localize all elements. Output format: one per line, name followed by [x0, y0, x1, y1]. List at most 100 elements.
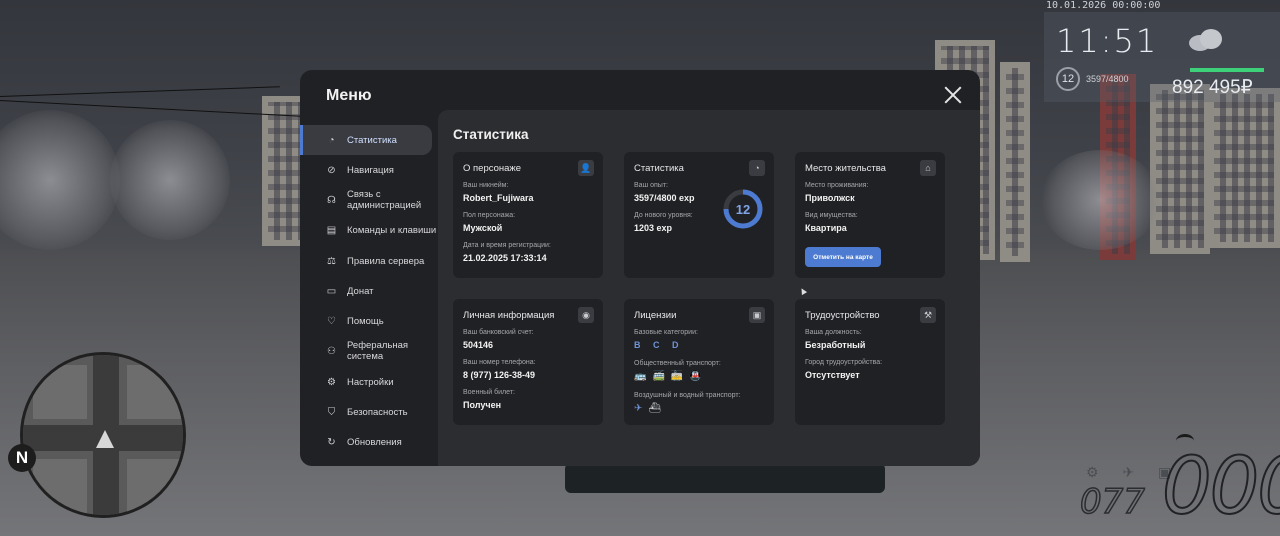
field-label: Общественный транспорт:: [634, 360, 721, 367]
hud-exp: 3597/4800: [1086, 74, 1129, 84]
mark-on-map-button[interactable]: Отметить на карте: [805, 247, 881, 267]
sidebar-item-label: Настройки: [347, 376, 394, 388]
hud-level-badge: 12: [1056, 67, 1080, 91]
sidebar-item[interactable]: ⚖ Правила сервера: [300, 246, 424, 276]
card-personal-info: Личная информация ◉ Ваш банковский счет:…: [453, 299, 603, 425]
sidebar-item-label: Навигация: [347, 164, 394, 176]
sidebar-item-label: Реферальная система: [347, 340, 409, 362]
hud-datetime: 10.01.2026 00:00:00: [1046, 0, 1161, 11]
card-licenses: Лицензии ▣ Базовые категории: B C D Обще…: [624, 299, 774, 425]
sidebar-item-label: Связь с администрацией: [347, 189, 422, 211]
bank-account-value: 504146: [463, 340, 494, 350]
field-label: Воздушный и водный транспорт:: [634, 392, 741, 399]
user-circle-icon[interactable]: ◉: [578, 307, 594, 323]
sidebar-item[interactable]: ▭ Донат: [300, 276, 374, 306]
hud-health-bar: [1190, 68, 1264, 72]
weather-cloud-icon: [1189, 29, 1222, 51]
sidebar-item-label: Обновления: [347, 436, 402, 448]
pickaxe-icon[interactable]: ⚒: [920, 307, 936, 323]
field-label: Дата и время регистрации:: [463, 242, 551, 249]
license-categories: B C D: [634, 340, 684, 350]
sidebar-item[interactable]: ⛉ Безопасность: [300, 397, 408, 427]
air-water-icons: ✈⛴: [634, 403, 667, 414]
gear-icon: ⚙: [327, 376, 336, 388]
field-label: Вид имущества:: [805, 212, 858, 219]
card-title: Место жительства: [805, 163, 886, 174]
sidebar-item-label: Безопасность: [347, 406, 408, 418]
compass-icon: ⊘: [327, 164, 336, 176]
sidebar-item-label: Команды и клавиши: [347, 224, 437, 236]
chart-icon[interactable]: ◔: [749, 160, 765, 176]
residence-value: Приволжск: [805, 193, 855, 203]
scales-icon: ⚖: [327, 255, 336, 267]
menu-title: Меню: [326, 87, 372, 104]
card-character: О персонаже 👤 Ваш никнейм: Robert_Fujiwa…: [453, 152, 603, 278]
field-label: Ваш опыт:: [634, 182, 668, 189]
network-icon: ⚇: [327, 345, 336, 357]
field-label: Ваш номер телефона:: [463, 359, 536, 366]
boat-icon: ⛴: [648, 403, 668, 414]
exp-value: 3597/4800 exp: [634, 193, 695, 203]
card-title: Личная информация: [463, 310, 555, 321]
field-label: Ваш банковский счет:: [463, 329, 534, 336]
sidebar-item[interactable]: ♡ Помощь: [300, 306, 384, 336]
card-title: Статистика: [634, 163, 684, 174]
field-label: Место проживания:: [805, 182, 869, 189]
field-label: До нового уровня:: [634, 212, 693, 219]
fuel-gauge: 077: [1079, 481, 1145, 523]
id-card-icon[interactable]: ▣: [749, 307, 765, 323]
job-city-value: Отсутствует: [805, 370, 860, 380]
sidebar-item[interactable]: ▤ Команды и клавиши: [300, 215, 436, 245]
trolleybus-icon: 🚎: [652, 371, 671, 382]
heart-hand-icon: ♡: [327, 315, 336, 327]
tram-icon: 🚋: [670, 371, 690, 382]
gender-value: Мужской: [463, 223, 503, 233]
next-level-value: 1203 exp: [634, 223, 673, 233]
field-label: Ваша должность:: [805, 329, 862, 336]
home-icon[interactable]: ⌂: [920, 160, 936, 176]
card-title: Трудоустройство: [805, 310, 880, 321]
metro-icon: 🚇: [689, 371, 708, 382]
card-statistics: Статистика ◔ Ваш опыт: 3597/4800 exp До …: [624, 152, 774, 278]
keyboard-icon: ▤: [326, 224, 337, 236]
wallet-icon: ▭: [326, 285, 337, 297]
card-title: О персонаже: [463, 163, 522, 174]
menu-window: Меню ◔ Статистика ⊘ Навигация ☊ Связь с админ…: [300, 70, 980, 466]
field-label: Военный билет:: [463, 389, 515, 396]
nickname-value: Robert_Fujiwara: [463, 193, 534, 203]
field-label: Базовые категории:: [634, 329, 698, 336]
speedometer: 000: [1161, 441, 1280, 533]
bus-icon: 🚌: [634, 371, 653, 382]
card-title: Лицензии: [634, 310, 677, 321]
sidebar-item[interactable]: ⚙ Настройки: [300, 367, 394, 397]
public-transport-icons: 🚌🚎🚋🚇: [634, 371, 708, 382]
sidebar-item[interactable]: ↻ Обновления: [300, 427, 402, 457]
field-label: Пол персонажа:: [463, 212, 516, 219]
content-panel: Статистика О персонаже 👤 Ваш никнейм: Ro…: [438, 110, 980, 466]
military-id-value: Получен: [463, 400, 502, 410]
sidebar-item-label: Помощь: [347, 315, 384, 327]
sidebar-item[interactable]: ◔ Статистика: [300, 125, 432, 155]
card-employment: Трудоустройство ⚒ Ваша должность: Безраб…: [795, 299, 945, 425]
property-type-value: Квартира: [805, 223, 847, 233]
sidebar-item[interactable]: ⊘ Навигация: [300, 155, 394, 185]
sidebar-item[interactable]: ☊ Связь с администрацией: [300, 185, 438, 215]
shield-icon: ⛉: [327, 406, 336, 418]
sidebar-item-label: Правила сервера: [347, 255, 425, 267]
registration-value: 21.02.2025 17:33:14: [463, 253, 547, 263]
user-icon[interactable]: 👤: [578, 160, 594, 176]
job-position-value: Безработный: [805, 340, 866, 350]
card-residence: Место жительства ⌂ Место проживания: При…: [795, 152, 945, 278]
sidebar-item-label: Донат: [347, 285, 374, 297]
phone-value: 8 (977) 126-38-49: [463, 370, 536, 380]
level-value: 12: [735, 201, 751, 217]
plane-icon: ✈: [634, 403, 649, 414]
field-label: Ваш никнейм:: [463, 182, 509, 189]
close-icon[interactable]: [944, 86, 962, 104]
field-label: Город трудоустройства:: [805, 359, 883, 366]
hud-money: 892 495₽: [1172, 77, 1253, 98]
sidebar-item[interactable]: ⚇ Реферальная система: [300, 336, 438, 366]
page-title: Статистика: [453, 127, 529, 142]
sidebar-item-label: Статистика: [347, 134, 397, 146]
hud-clock: 11:51: [1056, 22, 1159, 60]
